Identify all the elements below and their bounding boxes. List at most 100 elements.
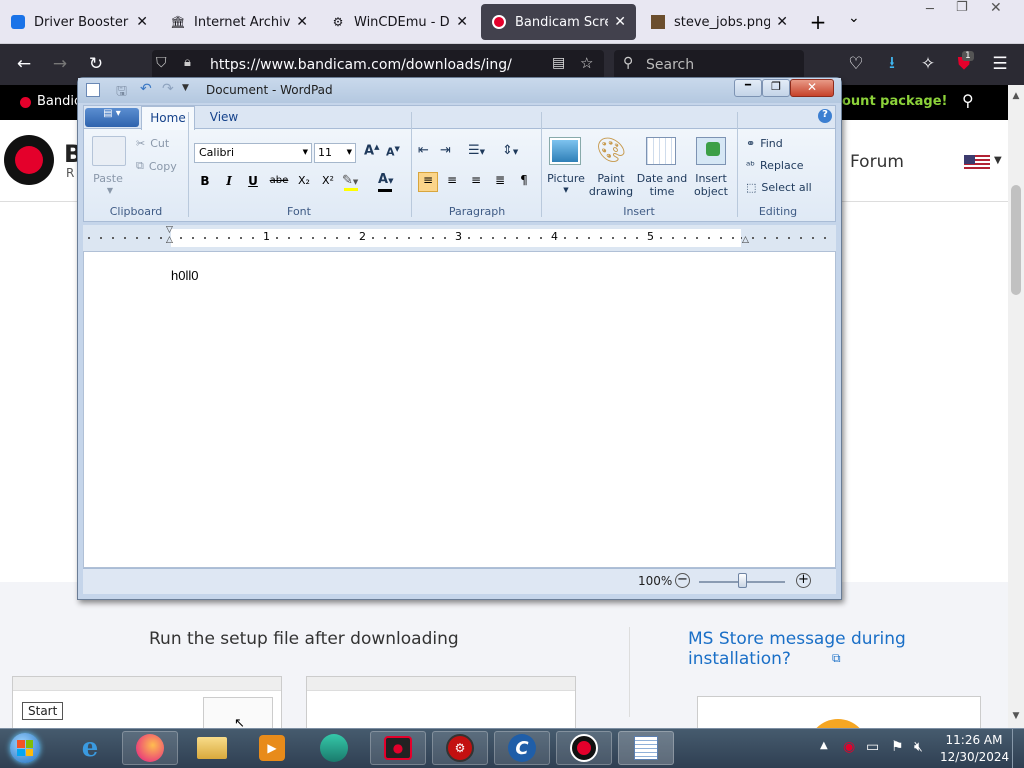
paint-drawing-icon[interactable]: 🎨︎ (596, 136, 626, 164)
decrease-indent-icon[interactable]: ⇤ (418, 143, 438, 161)
back-arrow-icon[interactable]: ← (10, 50, 38, 78)
restore-window-icon[interactable]: ❐ (956, 0, 968, 15)
picture-icon[interactable] (550, 138, 580, 164)
app-menu-button[interactable]: ▤ ▾ (85, 108, 139, 127)
ruler[interactable]: 1 2 3 4 5 ▽ △ △ (83, 225, 836, 251)
help-icon[interactable]: ? (818, 109, 832, 123)
insert-object-button[interactable]: Insert object (688, 172, 734, 198)
taskbar-file-explorer[interactable] (184, 731, 240, 765)
close-tab-icon[interactable]: ✕ (456, 14, 468, 30)
paste-chevron-icon[interactable]: ▼ (100, 186, 120, 195)
tab-view[interactable]: View (202, 110, 246, 124)
justify-icon[interactable]: ≣ (490, 173, 510, 191)
ms-store-link[interactable]: MS Store message during installation? (688, 629, 1008, 669)
bullet-list-icon[interactable]: ☰▼ (468, 143, 496, 161)
forward-arrow-icon[interactable]: → (46, 50, 74, 78)
wp-maximize-button[interactable]: ❐ (762, 79, 790, 97)
close-tab-icon[interactable]: ✕ (136, 14, 148, 30)
search-bar[interactable]: ⚲ Search (614, 50, 804, 80)
downloads-icon[interactable]: ⭳ (878, 50, 906, 78)
superscript-button[interactable]: X² (318, 174, 338, 192)
line-spacing-icon[interactable]: ⇕▼ (502, 143, 530, 161)
external-link-icon[interactable]: ⧉ (832, 651, 841, 666)
browser-tab-driver-booster[interactable]: Driver Booster Dow ✕ (0, 0, 158, 44)
picture-button[interactable]: Picture (544, 172, 588, 185)
copy-button[interactable]: ⧉ Copy (136, 159, 177, 173)
date-time-button[interactable]: Date and time (636, 172, 688, 198)
close-tab-icon[interactable]: ✕ (296, 14, 308, 30)
taskbar-internet-explorer[interactable]: e (62, 731, 118, 765)
start-button[interactable] (2, 730, 48, 766)
tray-bandicam-icon[interactable]: ◉ (843, 739, 855, 755)
replace-button[interactable]: ᵃᵇ Replace (746, 159, 804, 172)
browser-tab-internet-archive[interactable]: 🏛 Internet Archive: Di ✕ (160, 0, 318, 44)
paint-drawing-button[interactable]: Paint drawing (586, 172, 636, 198)
select-all-button[interactable]: ⬚ Select all (746, 181, 812, 194)
subscript-button[interactable]: X₂ (294, 174, 314, 192)
font-family-select[interactable]: Calibri ▼ (194, 143, 312, 163)
tray-network-icon[interactable]: ▭ (866, 739, 879, 755)
taskbar-clock-time[interactable]: 11:26 AM (944, 733, 1004, 747)
font-size-select[interactable]: 11 ▼ (314, 143, 356, 163)
shrink-font-icon[interactable]: A▼ (386, 145, 400, 159)
close-tab-icon[interactable]: ✕ (776, 14, 788, 30)
reader-view-icon[interactable]: ▤ (552, 55, 565, 71)
right-indent-marker-icon[interactable]: △ (742, 235, 749, 245)
menu-hamburger-icon[interactable]: ☰ (986, 50, 1014, 78)
tab-home[interactable]: Home (141, 106, 195, 130)
pocket-icon[interactable]: ♡ (842, 50, 870, 78)
url-text[interactable]: https://www.bandicam.com/downloads/ing/ (210, 57, 512, 73)
site-promo-text[interactable]: ount package! (842, 94, 947, 109)
site-search-icon[interactable]: ⚲ (962, 91, 974, 110)
paragraph-settings-icon[interactable]: ¶ (514, 173, 534, 191)
search-placeholder[interactable]: Search (646, 57, 694, 73)
tray-action-center-flag-icon[interactable]: ⚑ (891, 739, 904, 755)
bandicam-logo[interactable] (4, 135, 54, 185)
italic-button[interactable]: I (220, 174, 238, 192)
language-chevron-icon[interactable]: ▼ (994, 155, 1002, 166)
qat-redo-icon[interactable]: ↷ (162, 81, 174, 97)
left-indent-marker-icon[interactable]: △ (166, 235, 173, 245)
shield-icon[interactable]: ⛉ (156, 55, 167, 71)
close-window-icon[interactable]: ✕ (990, 0, 1002, 16)
date-time-icon[interactable] (646, 137, 676, 165)
picture-chevron-icon[interactable]: ▼ (558, 186, 574, 194)
cut-button[interactable]: ✂ Cut (136, 137, 169, 150)
us-flag-icon[interactable] (964, 155, 990, 171)
wordpad-titlebar[interactable]: 🖫 ↶ ↷ ▼ Document - WordPad ━ ❐ ✕ (78, 78, 841, 103)
browser-tab-wincdemu[interactable]: ⚙ WinCDEmu - Down ✕ (320, 0, 478, 44)
zoom-out-icon[interactable]: − (675, 573, 690, 588)
page-scrollbar[interactable]: ▲ ▼ (1008, 85, 1024, 728)
zoom-slider-thumb[interactable] (738, 573, 747, 588)
align-right-icon[interactable]: ≡ (466, 173, 486, 191)
first-line-indent-marker-icon[interactable]: ▽ (166, 225, 173, 235)
lock-icon[interactable]: 🔒︎ (184, 55, 191, 70)
nav-forum[interactable]: Forum (850, 152, 904, 172)
taskbar-clock-date[interactable]: 12/30/2024 (940, 750, 1009, 764)
font-color-button[interactable]: A▼ (378, 172, 408, 192)
browser-tab-steve-jobs[interactable]: steve_jobs.png (PN ✕ (640, 0, 798, 44)
bookmark-star-icon[interactable]: ☆ (580, 54, 593, 72)
tab-list-chevron-icon[interactable]: ⌄ (848, 10, 868, 34)
close-tab-icon[interactable]: ✕ (614, 14, 626, 30)
show-hidden-icons-icon[interactable]: ▲ (820, 740, 828, 751)
align-center-icon[interactable]: ≡ (442, 173, 462, 191)
new-tab-button[interactable]: + (806, 10, 830, 34)
taskbar-media-player[interactable]: ▶ (244, 731, 300, 765)
zoom-in-icon[interactable]: + (796, 573, 811, 588)
qat-undo-icon[interactable]: ↶ (140, 81, 152, 97)
insert-object-icon[interactable] (696, 137, 726, 165)
grow-font-icon[interactable]: A▲ (364, 143, 379, 158)
extensions-icon[interactable]: ✧ (914, 50, 942, 78)
strikethrough-button[interactable]: abe (268, 175, 290, 193)
underline-button[interactable]: U (244, 174, 262, 192)
minimize-window-icon[interactable]: ─ (926, 2, 934, 17)
bold-button[interactable]: B (196, 174, 214, 192)
wp-minimize-button[interactable]: ━ (734, 79, 762, 97)
taskbar-app-green[interactable] (306, 731, 362, 765)
paste-icon[interactable] (92, 136, 126, 166)
taskbar-firefox[interactable] (122, 731, 178, 765)
taskbar-wordpad[interactable] (618, 731, 674, 765)
qat-customize-chevron-icon[interactable]: ▼ (182, 83, 189, 93)
show-desktop-button[interactable] (1012, 729, 1024, 768)
